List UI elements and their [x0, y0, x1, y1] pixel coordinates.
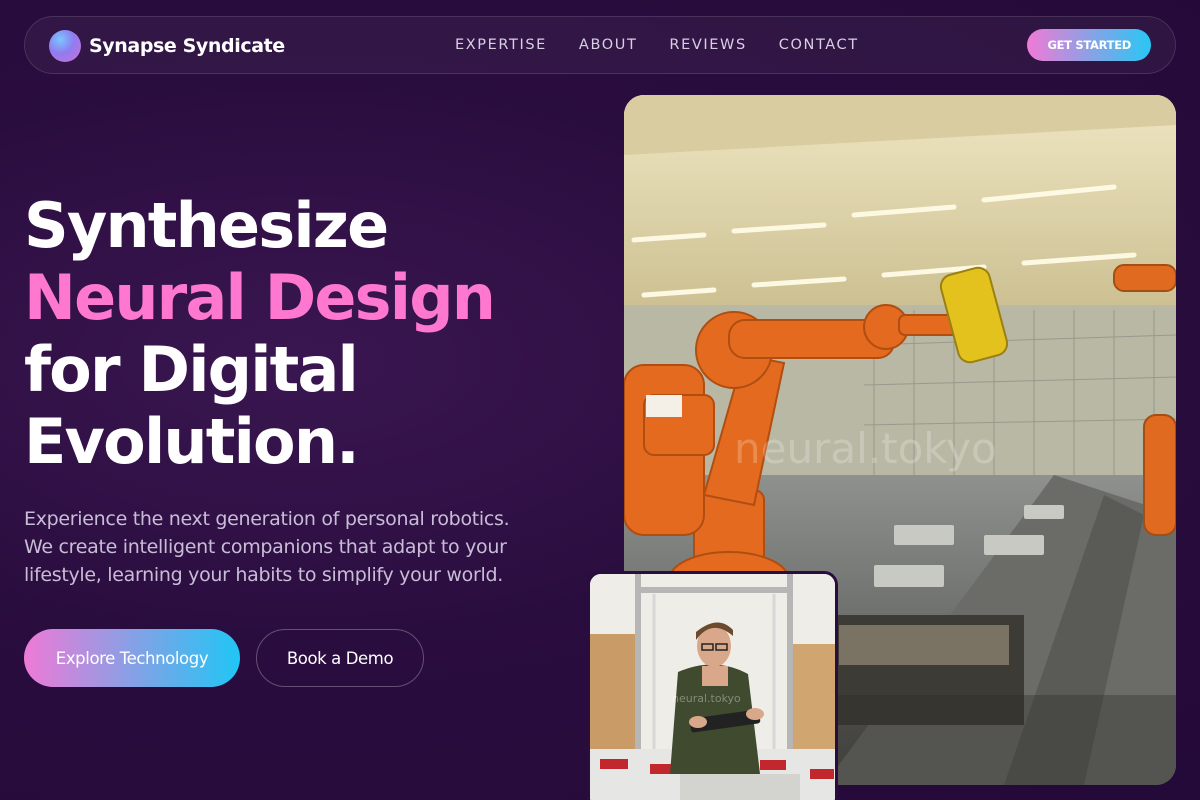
headline-line-1: Synthesize	[24, 189, 389, 262]
top-nav: Synapse Syndicate EXPERTISE ABOUT REVIEW…	[24, 16, 1176, 74]
nav-item-contact[interactable]: CONTACT	[779, 37, 859, 53]
small-image-watermark: neural.tokyo	[672, 692, 741, 705]
book-demo-button[interactable]: Book a Demo	[256, 629, 424, 687]
nav-item-about[interactable]: ABOUT	[579, 37, 638, 53]
hero-description: Experience the next generation of person…	[24, 505, 544, 589]
description-line-2: We create intelligent companions that ad…	[24, 536, 507, 558]
brand-name: Synapse Syndicate	[89, 35, 285, 57]
description-line-3: lifestyle, learning your habits to simpl…	[24, 564, 503, 586]
nav-item-reviews[interactable]: REVIEWS	[669, 37, 746, 53]
nav-item-expertise[interactable]: EXPERTISE	[455, 37, 547, 53]
headline-line-2-accent: Neural Design	[24, 261, 496, 334]
headline-line-3: for Digital	[24, 333, 359, 406]
description-line-1: Experience the next generation of person…	[24, 508, 510, 530]
engineer-tablet-image: neural.tokyo	[587, 571, 838, 800]
main-image-watermark: neural.tokyo	[734, 424, 997, 473]
headline-line-4: Evolution.	[24, 405, 360, 478]
get-started-button[interactable]: GET STARTED	[1027, 29, 1151, 61]
explore-technology-button[interactable]: Explore Technology	[24, 629, 240, 687]
hero-headline: Synthesize Neural Design for Digital Evo…	[24, 189, 496, 478]
brand-logo[interactable]: Synapse Syndicate	[49, 29, 285, 63]
logo-orb-icon	[49, 30, 81, 62]
nav-menu: EXPERTISE ABOUT REVIEWS CONTACT	[455, 37, 891, 53]
